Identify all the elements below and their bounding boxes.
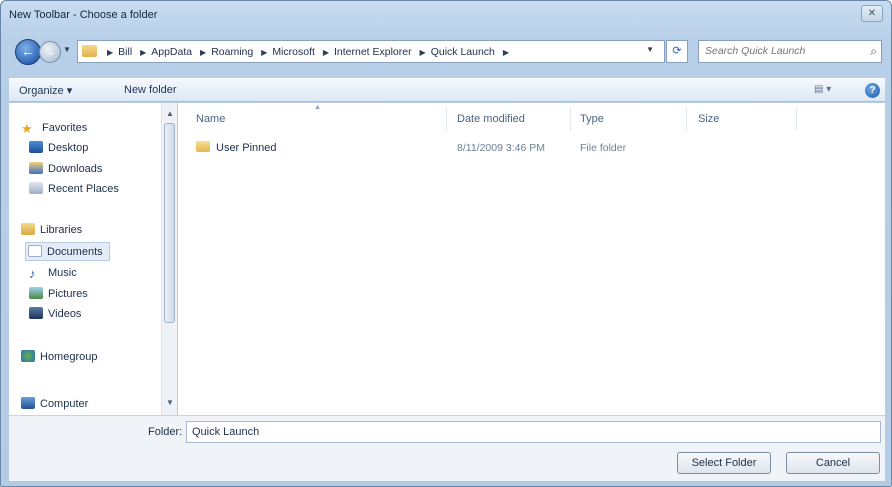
column-header-date[interactable]: Date modified: [457, 113, 525, 125]
title-bar: New Toolbar - Choose a folder ✕: [1, 1, 891, 29]
nav-item-label: Documents: [47, 246, 103, 258]
file-row[interactable]: User Pinned 8/11/2009 3:46 PM File folde…: [178, 137, 885, 157]
column-divider[interactable]: [796, 107, 797, 131]
forward-arrow-icon: →: [44, 46, 56, 58]
breadcrumb-item[interactable]: Internet Explorer: [334, 46, 412, 58]
nav-item-label: Desktop: [48, 142, 89, 154]
column-header-name[interactable]: Name: [196, 113, 225, 125]
folder-input[interactable]: [192, 426, 852, 438]
chevron-right-icon[interactable]: ▶: [323, 48, 329, 57]
address-row: ← → ▼ ▶ Bill ▶ AppData ▶ Roaming ▶ Microsoft…: [1, 39, 891, 71]
search-input[interactable]: [705, 45, 855, 57]
breadcrumb-item[interactable]: Roaming: [211, 46, 253, 58]
close-icon: ✕: [867, 8, 877, 19]
organize-button[interactable]: Organize ▾: [19, 84, 72, 97]
nav-item-homegroup[interactable]: Homegroup: [21, 350, 97, 363]
address-bar[interactable]: ▶ Bill ▶ AppData ▶ Roaming ▶ Microsoft ▶ Inte…: [77, 40, 665, 63]
chevron-right-icon[interactable]: ▶: [503, 48, 509, 57]
chevron-right-icon[interactable]: ▶: [200, 48, 206, 57]
chevron-right-icon[interactable]: ▶: [420, 48, 426, 57]
nav-item-documents[interactable]: Documents: [25, 242, 110, 261]
nav-item-music[interactable]: ♪ Music: [29, 266, 77, 281]
breadcrumb-item[interactable]: Quick Launch: [431, 46, 495, 58]
breadcrumb: ▶ Bill ▶ AppData ▶ Roaming ▶ Microsoft ▶ Inte…: [102, 46, 514, 58]
nav-item-label: Downloads: [48, 163, 103, 175]
nav-item-label: Computer: [40, 398, 89, 410]
column-header-type[interactable]: Type: [580, 113, 604, 125]
scroll-down-icon[interactable]: ▼: [166, 398, 174, 407]
file-list-pane: ▲ Name Date modified Type Size User Pinn…: [178, 103, 885, 415]
back-button[interactable]: ←: [15, 39, 41, 65]
nav-item-label: Favorites: [42, 122, 88, 134]
scroll-up-icon[interactable]: ▲: [166, 109, 174, 118]
command-toolbar: Organize ▾ New folder ▤ ▾ ?: [9, 78, 885, 102]
new-folder-button[interactable]: New folder: [124, 84, 177, 96]
sort-indicator-icon: ▲: [314, 104, 321, 111]
navigation-pane: ★ Favorites Desktop Downloads Recent Plac…: [9, 103, 177, 415]
refresh-button[interactable]: ⟳: [666, 40, 688, 63]
scroll-thumb[interactable]: [164, 123, 175, 323]
folder-label: Folder:: [148, 426, 183, 438]
column-divider[interactable]: [686, 107, 687, 131]
search-icon[interactable]: ⌕: [870, 44, 877, 59]
nav-item-computer[interactable]: Computer: [21, 397, 88, 410]
nav-item-recent-places[interactable]: Recent Places: [29, 182, 119, 195]
libraries-icon: [21, 223, 35, 235]
nav-item-label: Libraries: [40, 224, 83, 236]
search-box[interactable]: ⌕: [698, 40, 882, 63]
window-title: New Toolbar - Choose a folder: [9, 9, 158, 21]
nav-scrollbar[interactable]: ▲ ▼: [161, 103, 177, 415]
videos-icon: [29, 307, 43, 319]
chevron-right-icon[interactable]: ▶: [261, 48, 267, 57]
recent-pages-dropdown-icon[interactable]: ▼: [63, 45, 71, 54]
select-folder-button[interactable]: Select Folder: [677, 452, 771, 474]
nav-item-videos[interactable]: Videos: [29, 307, 81, 320]
help-icon[interactable]: ?: [865, 83, 880, 98]
nav-item-desktop[interactable]: Desktop: [29, 141, 88, 154]
view-options-icon[interactable]: ▤ ▾: [814, 84, 831, 95]
refresh-icon: ⟳: [672, 45, 682, 57]
breadcrumb-item[interactable]: AppData: [151, 46, 192, 58]
forward-button[interactable]: →: [39, 41, 61, 63]
back-arrow-icon: ←: [21, 43, 35, 59]
file-date: 8/11/2009 3:46 PM: [457, 142, 545, 154]
dialog-window: New Toolbar - Choose a folder ✕ ← → ▼ ▶ B…: [0, 0, 892, 487]
nav-item-label: Videos: [48, 308, 82, 320]
nav-item-label: Music: [48, 267, 77, 279]
address-dropdown-icon[interactable]: ▼: [646, 45, 654, 54]
nav-item-favorites[interactable]: ★ Favorites: [21, 121, 88, 136]
breadcrumb-item[interactable]: Microsoft: [272, 46, 315, 58]
chevron-right-icon[interactable]: ▶: [140, 48, 146, 57]
close-button[interactable]: ✕: [861, 5, 883, 22]
star-icon: ★: [21, 121, 33, 136]
nav-item-libraries[interactable]: Libraries: [21, 223, 82, 236]
nav-item-pictures[interactable]: Pictures: [29, 287, 88, 300]
downloads-icon: [29, 162, 43, 174]
nav-item-label: Recent Places: [48, 183, 119, 195]
folder-field[interactable]: [186, 421, 881, 443]
nav-item-label: Pictures: [48, 288, 88, 300]
nav-item-downloads[interactable]: Downloads: [29, 162, 102, 175]
folder-icon: [196, 141, 210, 152]
folder-icon: [82, 45, 97, 57]
column-divider[interactable]: [570, 107, 571, 131]
column-header-size[interactable]: Size: [698, 113, 719, 125]
music-icon: ♪: [29, 266, 36, 281]
pictures-icon: [29, 287, 43, 299]
computer-icon: [21, 397, 35, 409]
desktop-icon: [29, 141, 43, 153]
chevron-right-icon[interactable]: ▶: [107, 48, 113, 57]
homegroup-icon: [21, 350, 35, 362]
dialog-footer: Folder: Select Folder Cancel: [9, 415, 885, 481]
column-divider[interactable]: [446, 107, 447, 131]
documents-icon: [28, 245, 42, 257]
file-type: File folder: [580, 142, 627, 154]
cancel-button[interactable]: Cancel: [786, 452, 880, 474]
file-name: User Pinned: [216, 142, 277, 154]
breadcrumb-item[interactable]: Bill: [118, 46, 132, 58]
nav-item-label: Homegroup: [40, 351, 98, 363]
recent-places-icon: [29, 182, 43, 194]
